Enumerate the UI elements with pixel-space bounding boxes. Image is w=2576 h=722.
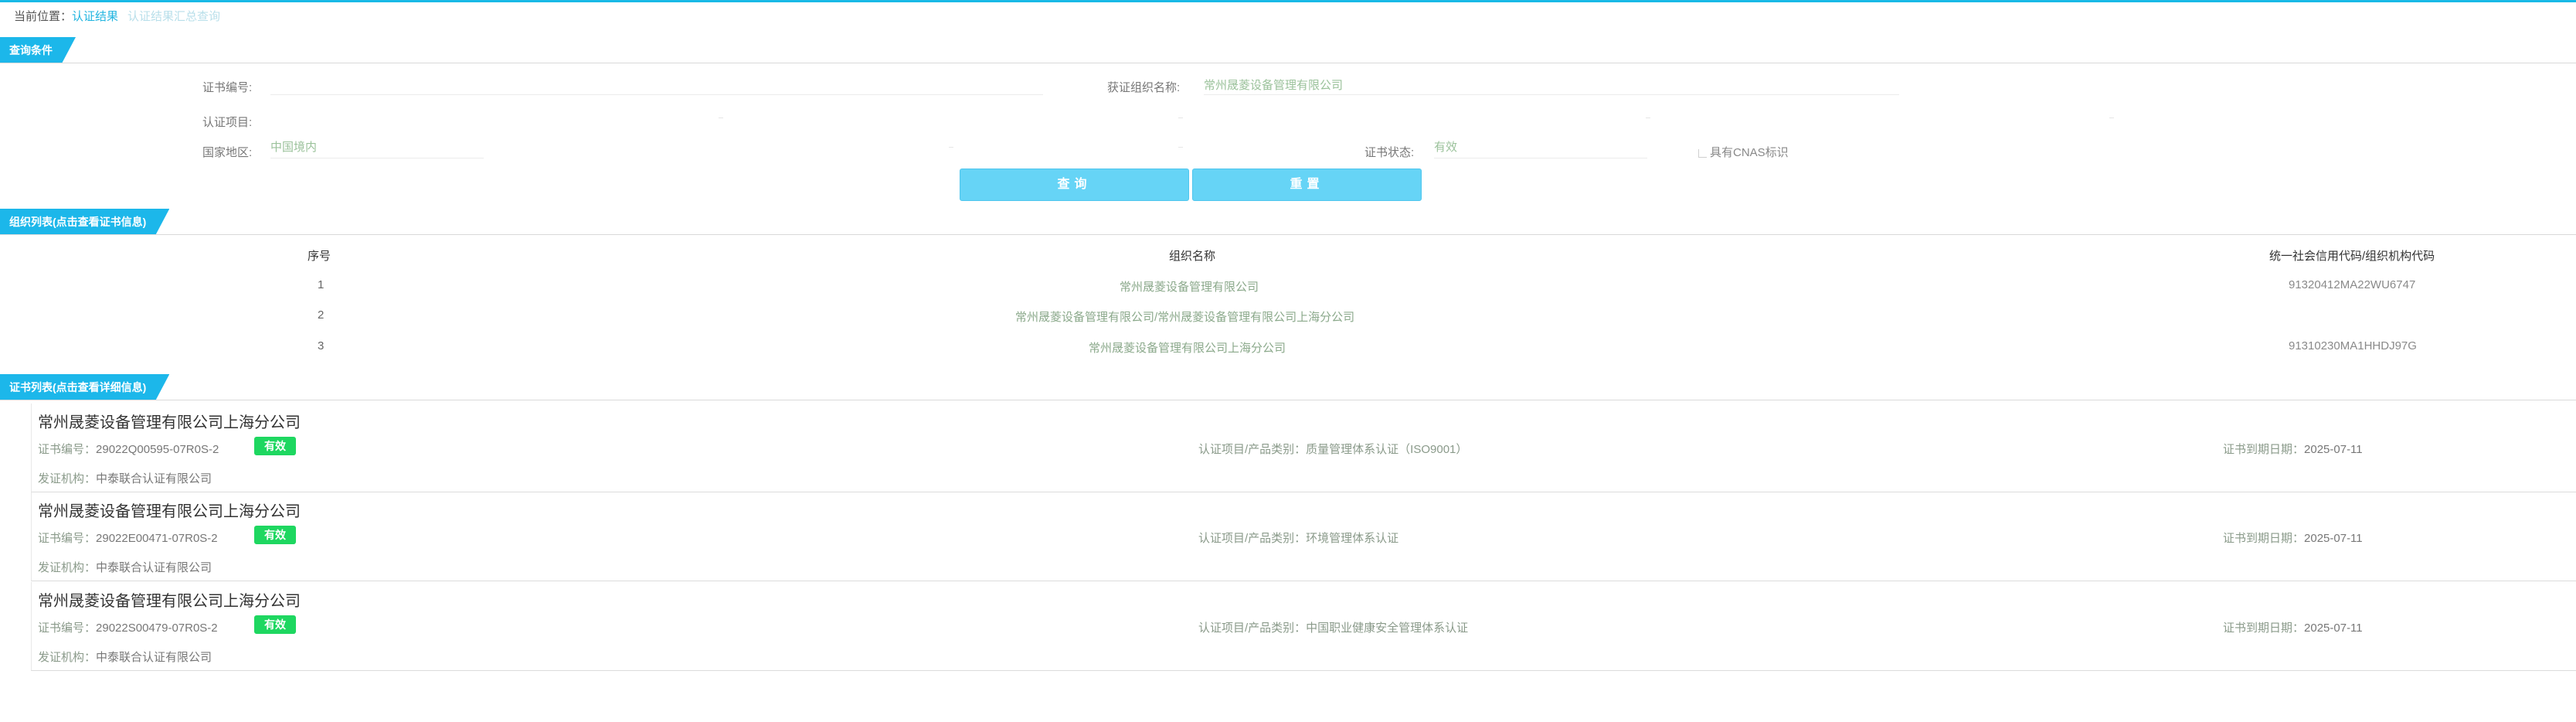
cert-card[interactable]: 常州晟菱设备管理有限公司上海分公司 证书编号：29022E00471-07R0S… [31, 492, 2576, 581]
cert-card[interactable]: 常州晟菱设备管理有限公司上海分公司 证书编号：29022S00479-07R0S… [31, 582, 2576, 671]
org-col-index: 序号 [308, 250, 331, 263]
region-select[interactable]: 中国境内 [270, 138, 484, 158]
reset-button[interactable]: 重置 [1192, 169, 1422, 201]
cert-issuer-value: 中泰联合认证有限公司 [96, 561, 212, 574]
divider-tick [949, 147, 953, 148]
cert-number-label: 证书编号： [38, 443, 97, 456]
cert-expiry-label: 证书到期日期： [2223, 443, 2305, 456]
cert-number-field: 证书编号：29022E00471-07R0S-2 [38, 530, 218, 546]
cert-project-label: 认证项目/产品类别： [1198, 532, 1307, 545]
status-label: 证书状态: [1364, 146, 1415, 159]
org-col-name: 组织名称 [1169, 250, 1216, 263]
region-label: 国家地区: [202, 146, 253, 159]
cert-number-field: 证书编号：29022Q00595-07R0S-2 [38, 441, 219, 457]
org-row-code: 91320412MA22WU6747 [2289, 278, 2416, 291]
cert-org-name[interactable]: 常州晟菱设备管理有限公司上海分公司 [38, 410, 301, 432]
status-badge: 有效 [254, 437, 296, 455]
cert-issuer-field: 发证机构：中泰联合认证有限公司 [38, 649, 212, 665]
section-tab-org-list: 组织列表(点击查看证书信息) [0, 209, 169, 235]
divider-tick [719, 117, 723, 118]
cert-project-value: 中国职业健康安全管理体系认证 [1306, 622, 1469, 635]
cert-issuer-value: 中泰联合认证有限公司 [96, 472, 212, 485]
org-row-name[interactable]: 常州晟菱设备管理有限公司 [1120, 278, 1259, 295]
divider-tick [1646, 117, 1650, 118]
org-name-label: 获证组织名称: [1107, 81, 1181, 94]
cert-number-value: 29022S00479-07R0S-2 [96, 622, 218, 635]
cert-expiry-label: 证书到期日期： [2223, 532, 2305, 545]
status-badge: 有效 [254, 615, 296, 634]
org-name-input[interactable] [1204, 74, 1899, 95]
section-divider-org [0, 234, 2576, 235]
cert-number-value: 29022Q00595-07R0S-2 [96, 443, 219, 456]
cert-issuer-label: 发证机构： [38, 472, 97, 485]
cert-expiry-field: 证书到期日期：2025-07-11 [2223, 619, 2363, 635]
cert-issuer-label: 发证机构： [38, 651, 97, 664]
cert-issuer-field: 发证机构：中泰联合认证有限公司 [38, 470, 212, 486]
cert-number-label: 证书编号： [38, 622, 97, 635]
org-row-name[interactable]: 常州晟菱设备管理有限公司/常州晟菱设备管理有限公司上海分公司 [1015, 308, 1354, 325]
org-row-index: 3 [318, 339, 325, 352]
cert-no-input[interactable] [270, 74, 1043, 95]
cert-project-field: 认证项目/产品类别：中国职业健康安全管理体系认证 [1198, 619, 1468, 635]
cert-expiry-value: 2025-07-11 [2304, 532, 2363, 545]
cert-org-name[interactable]: 常州晟菱设备管理有限公司上海分公司 [38, 499, 301, 521]
org-row-code: 91310230MA1HHDJ97G [2289, 339, 2417, 352]
cert-project-field: 认证项目/产品类别：环境管理体系认证 [1198, 530, 1398, 546]
cert-expiry-field: 证书到期日期：2025-07-11 [2223, 530, 2363, 546]
cert-issuer-label: 发证机构： [38, 561, 97, 574]
cert-org-name[interactable]: 常州晟菱设备管理有限公司上海分公司 [38, 588, 301, 611]
divider-tick [1178, 147, 1183, 148]
cnas-checkbox[interactable]: 具有CNAS标识 [1698, 144, 1789, 160]
cert-expiry-value: 2025-07-11 [2304, 443, 2363, 456]
cert-no-label: 证书编号: [202, 81, 253, 94]
org-col-code: 统一社会信用代码/组织机构代码 [2269, 250, 2435, 263]
cert-project-label: 认证项目/产品类别： [1198, 622, 1307, 635]
cnas-checkbox-label: 具有CNAS标识 [1710, 146, 1789, 159]
org-row-index: 1 [318, 278, 325, 291]
status-badge: 有效 [254, 526, 296, 544]
cert-card[interactable]: 常州晟菱设备管理有限公司上海分公司 证书编号：29022Q00595-07R0S… [31, 404, 2576, 492]
org-row-index: 2 [318, 308, 325, 322]
cert-expiry-field: 证书到期日期：2025-07-11 [2223, 441, 2363, 457]
section-tab-cert-list: 证书列表(点击查看详细信息) [0, 374, 169, 400]
cert-project-label: 认证项目/产品类别： [1198, 443, 1307, 456]
cert-project-value: 质量管理体系认证（ISO9001） [1306, 443, 1468, 456]
breadcrumb-link-summary[interactable]: 认证结果汇总查询 [127, 10, 220, 23]
status-select[interactable]: 有效 [1434, 138, 1647, 158]
breadcrumb: 当前位置：认证结果 认证结果汇总查询 [14, 8, 220, 24]
cert-project-value: 环境管理体系认证 [1306, 532, 1399, 545]
cert-issuer-value: 中泰联合认证有限公司 [96, 651, 212, 664]
top-accent-line [0, 0, 2576, 2]
cert-expiry-value: 2025-07-11 [2304, 622, 2363, 635]
cert-issuer-field: 发证机构：中泰联合认证有限公司 [38, 559, 212, 575]
divider-tick [1178, 117, 1183, 118]
query-button[interactable]: 查询 [960, 169, 1189, 201]
project-label: 认证项目: [202, 116, 253, 129]
cert-number-field: 证书编号：29022S00479-07R0S-2 [38, 619, 218, 635]
breadcrumb-prefix: 当前位置： [14, 10, 73, 23]
org-row-name[interactable]: 常州晟菱设备管理有限公司上海分公司 [1089, 339, 1286, 356]
cert-number-value: 29022E00471-07R0S-2 [96, 532, 218, 545]
checkbox-box[interactable] [1698, 148, 1707, 158]
divider-tick [2109, 117, 2114, 118]
cert-expiry-label: 证书到期日期： [2223, 622, 2305, 635]
cert-number-label: 证书编号： [38, 532, 97, 545]
cert-project-field: 认证项目/产品类别：质量管理体系认证（ISO9001） [1198, 441, 1467, 457]
breadcrumb-link-results[interactable]: 认证结果 [72, 10, 118, 23]
section-tab-query: 查询条件 [0, 37, 76, 63]
